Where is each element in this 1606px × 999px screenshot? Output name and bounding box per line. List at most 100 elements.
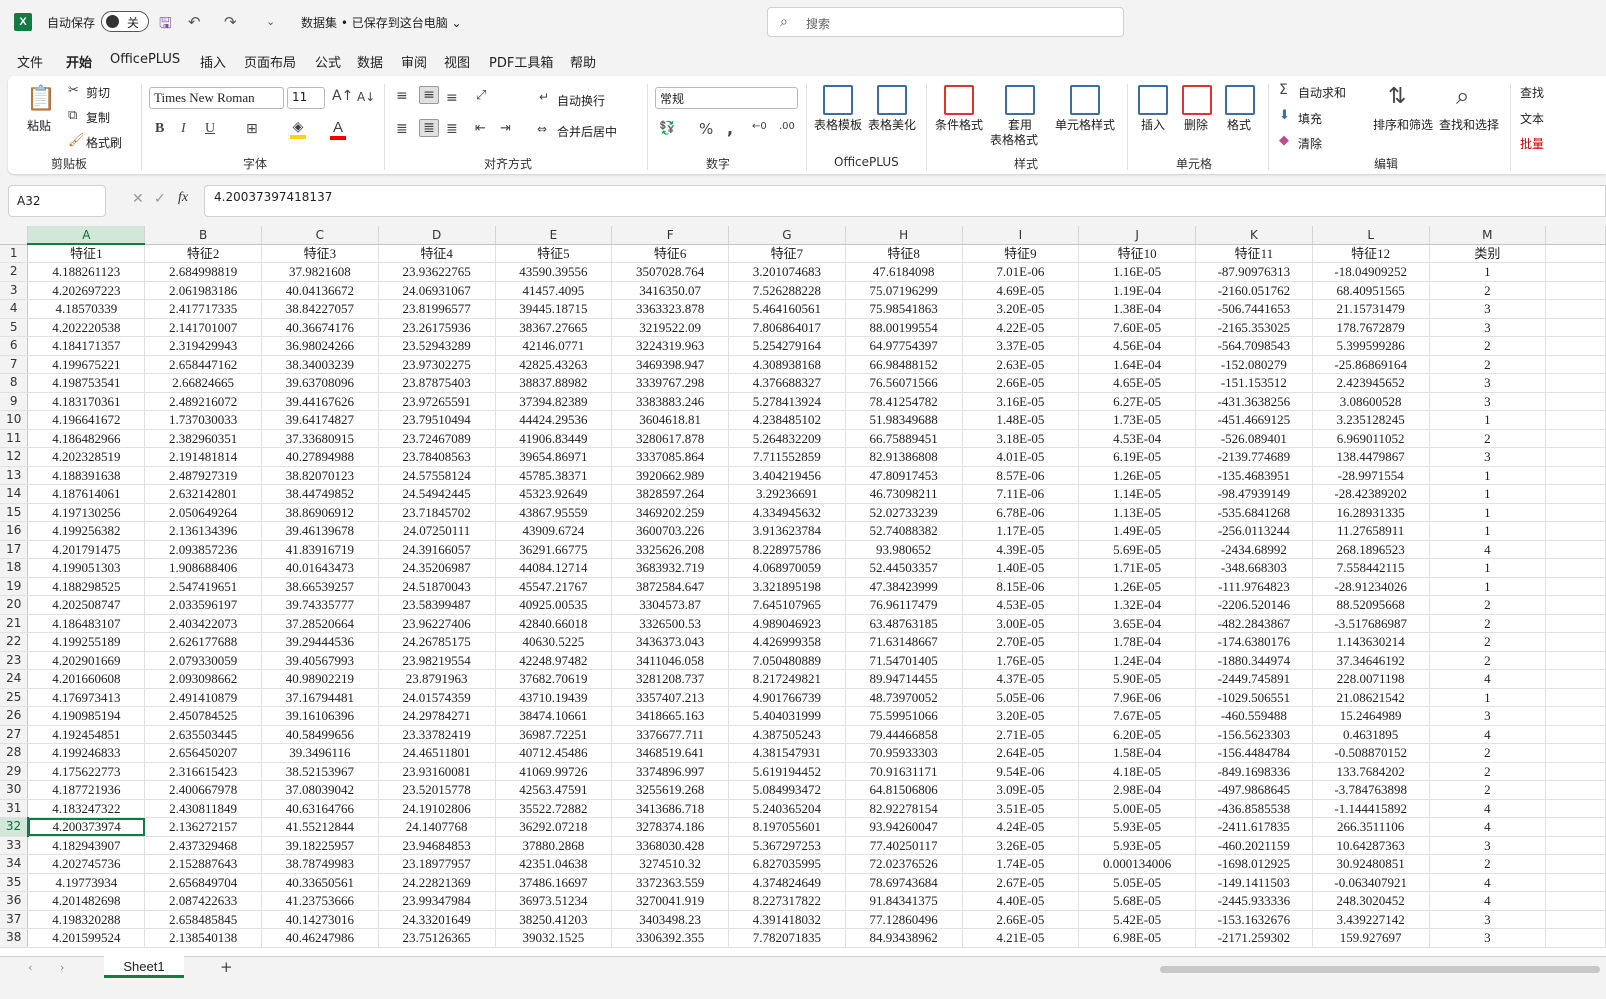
cell[interactable]: 41457.4095 bbox=[495, 281, 613, 300]
align-middle-icon[interactable]: ≡ bbox=[419, 86, 439, 104]
comma-style-icon[interactable]: , bbox=[727, 119, 733, 138]
cell[interactable]: 3372363.559 bbox=[611, 873, 730, 892]
cell[interactable]: -506.7441653 bbox=[1195, 299, 1313, 319]
font-name-select[interactable]: Times New Roman bbox=[149, 87, 284, 109]
tab-help[interactable]: 帮助 bbox=[570, 52, 596, 71]
cell[interactable]: 4.18E-05 bbox=[1078, 762, 1196, 781]
cell[interactable]: 24.19102806 bbox=[378, 799, 496, 818]
cell[interactable]: 3325626.208 bbox=[611, 540, 730, 559]
cell[interactable]: 2.491410879 bbox=[144, 688, 262, 707]
cell[interactable]: 38367.27665 bbox=[495, 318, 613, 337]
row-header[interactable]: 33 bbox=[0, 836, 29, 855]
cell[interactable]: -3.517686987 bbox=[1312, 614, 1430, 633]
cell[interactable]: 5.93E-05 bbox=[1078, 836, 1196, 855]
cell[interactable]: -152.080279 bbox=[1195, 355, 1313, 374]
cell[interactable]: 52.74088382 bbox=[845, 521, 963, 541]
header-cell[interactable]: 类别 bbox=[1429, 244, 1547, 263]
increase-decimal-icon[interactable]: ←0 bbox=[752, 121, 767, 132]
cell[interactable]: 4.186483107 bbox=[27, 614, 146, 633]
cell[interactable]: 3.09E-05 bbox=[962, 780, 1080, 800]
delete-cells-button[interactable]: 删除 bbox=[1184, 116, 1208, 133]
cell[interactable] bbox=[1545, 614, 1606, 633]
cell[interactable]: 2.489216072 bbox=[144, 392, 262, 411]
cell[interactable]: 1.38E-04 bbox=[1078, 299, 1196, 319]
cell[interactable]: 4.308938168 bbox=[728, 355, 846, 374]
cell[interactable]: 2.684998819 bbox=[144, 262, 262, 282]
format-painter-button[interactable]: 格式刷 bbox=[86, 134, 122, 151]
cell[interactable]: 3.321895198 bbox=[728, 577, 846, 596]
row-header[interactable]: 4 bbox=[0, 299, 29, 319]
cell[interactable]: 0.000134006 bbox=[1078, 854, 1196, 874]
cell[interactable]: 70.95933303 bbox=[845, 743, 963, 763]
cell[interactable]: 2.658447162 bbox=[144, 355, 262, 374]
cell[interactable]: 3270041.919 bbox=[611, 891, 730, 911]
cell[interactable]: 4.182943907 bbox=[27, 836, 146, 855]
cell[interactable]: -0.063407921 bbox=[1312, 873, 1430, 892]
cell[interactable]: 4.39E-05 bbox=[962, 540, 1080, 559]
cell[interactable]: 2.316615423 bbox=[144, 762, 262, 781]
cell[interactable]: 23.81996577 bbox=[378, 299, 496, 319]
cell[interactable]: 2 bbox=[1429, 336, 1547, 356]
cell[interactable]: 36291.66775 bbox=[495, 540, 613, 559]
row-header[interactable]: 1 bbox=[0, 244, 29, 263]
cell[interactable]: 24.1407768 bbox=[378, 817, 496, 837]
cell[interactable]: 2.141701007 bbox=[144, 318, 262, 337]
autosum-button[interactable]: 自动求和 bbox=[1298, 84, 1346, 101]
cell[interactable]: -25.86869164 bbox=[1312, 355, 1430, 374]
cell[interactable] bbox=[1545, 373, 1606, 393]
cell[interactable]: 40.58499656 bbox=[261, 725, 379, 744]
cell-styles-button[interactable]: 单元格样式 bbox=[1055, 116, 1115, 133]
table-template-button[interactable]: 表格模板 bbox=[814, 116, 862, 133]
cell[interactable]: -98.47939149 bbox=[1195, 484, 1313, 504]
tab-review[interactable]: 审阅 bbox=[401, 52, 427, 71]
cell[interactable]: 4.202697223 bbox=[27, 281, 146, 300]
cell[interactable]: 3.201074683 bbox=[728, 262, 846, 282]
cell[interactable]: 3.29236691 bbox=[728, 484, 846, 504]
cell[interactable] bbox=[1545, 262, 1606, 282]
cell[interactable]: 4.238485102 bbox=[728, 410, 846, 430]
cell[interactable]: 3.439227142 bbox=[1312, 910, 1430, 929]
cell[interactable]: 37.9821608 bbox=[261, 262, 379, 282]
cell[interactable]: 8.228975786 bbox=[728, 540, 846, 559]
cell[interactable]: 2 bbox=[1429, 780, 1547, 800]
cell[interactable]: 7.67E-05 bbox=[1078, 706, 1196, 726]
cell[interactable]: 38837.88982 bbox=[495, 373, 613, 393]
batch-button[interactable]: 批量 bbox=[1520, 135, 1544, 152]
cell[interactable]: 2.547419651 bbox=[144, 577, 262, 596]
cell[interactable]: 76.96117479 bbox=[845, 595, 963, 615]
tab-view[interactable]: 视图 bbox=[444, 52, 470, 71]
cell[interactable]: 4.196641672 bbox=[27, 410, 146, 430]
cell[interactable]: 4.202901669 bbox=[27, 651, 146, 670]
cell[interactable]: 2.98E-04 bbox=[1078, 780, 1196, 800]
cell[interactable]: 39.64174827 bbox=[261, 410, 379, 430]
cell[interactable]: 46.73098211 bbox=[845, 484, 963, 504]
cell[interactable]: 24.39166057 bbox=[378, 540, 496, 559]
cell[interactable] bbox=[1545, 595, 1606, 615]
cell[interactable]: 4 bbox=[1429, 817, 1547, 837]
cell[interactable]: 23.79510494 bbox=[378, 410, 496, 430]
cell[interactable]: 24.01574359 bbox=[378, 688, 496, 707]
undo-icon[interactable]: ↶ bbox=[188, 13, 201, 31]
cell[interactable]: 43867.95559 bbox=[495, 503, 613, 522]
cell[interactable]: 4.197130256 bbox=[27, 503, 146, 522]
cell[interactable] bbox=[1545, 928, 1606, 948]
cell[interactable]: 91.84341375 bbox=[845, 891, 963, 911]
cell[interactable]: 1.76E-05 bbox=[962, 651, 1080, 670]
column-header[interactable]: L bbox=[1312, 226, 1430, 245]
cell[interactable] bbox=[1545, 910, 1606, 929]
cell[interactable]: -535.6841268 bbox=[1195, 503, 1313, 522]
column-header[interactable] bbox=[1545, 226, 1606, 245]
cell[interactable]: -153.1632676 bbox=[1195, 910, 1313, 929]
cell[interactable]: -460.2021159 bbox=[1195, 836, 1313, 855]
select-all-corner[interactable] bbox=[0, 226, 29, 245]
cell[interactable]: 5.90E-05 bbox=[1078, 669, 1196, 689]
cell[interactable]: 4.202328519 bbox=[27, 447, 146, 467]
cell[interactable]: 3828597.264 bbox=[611, 484, 730, 504]
cell[interactable]: 4.374824649 bbox=[728, 873, 846, 892]
clear-button[interactable]: 清除 bbox=[1298, 135, 1322, 152]
cell[interactable]: -460.559488 bbox=[1195, 706, 1313, 726]
cell[interactable]: -564.7098543 bbox=[1195, 336, 1313, 356]
cell[interactable]: 39445.18715 bbox=[495, 299, 613, 319]
cell[interactable]: 4.381547931 bbox=[728, 743, 846, 763]
cell[interactable] bbox=[1545, 854, 1606, 874]
